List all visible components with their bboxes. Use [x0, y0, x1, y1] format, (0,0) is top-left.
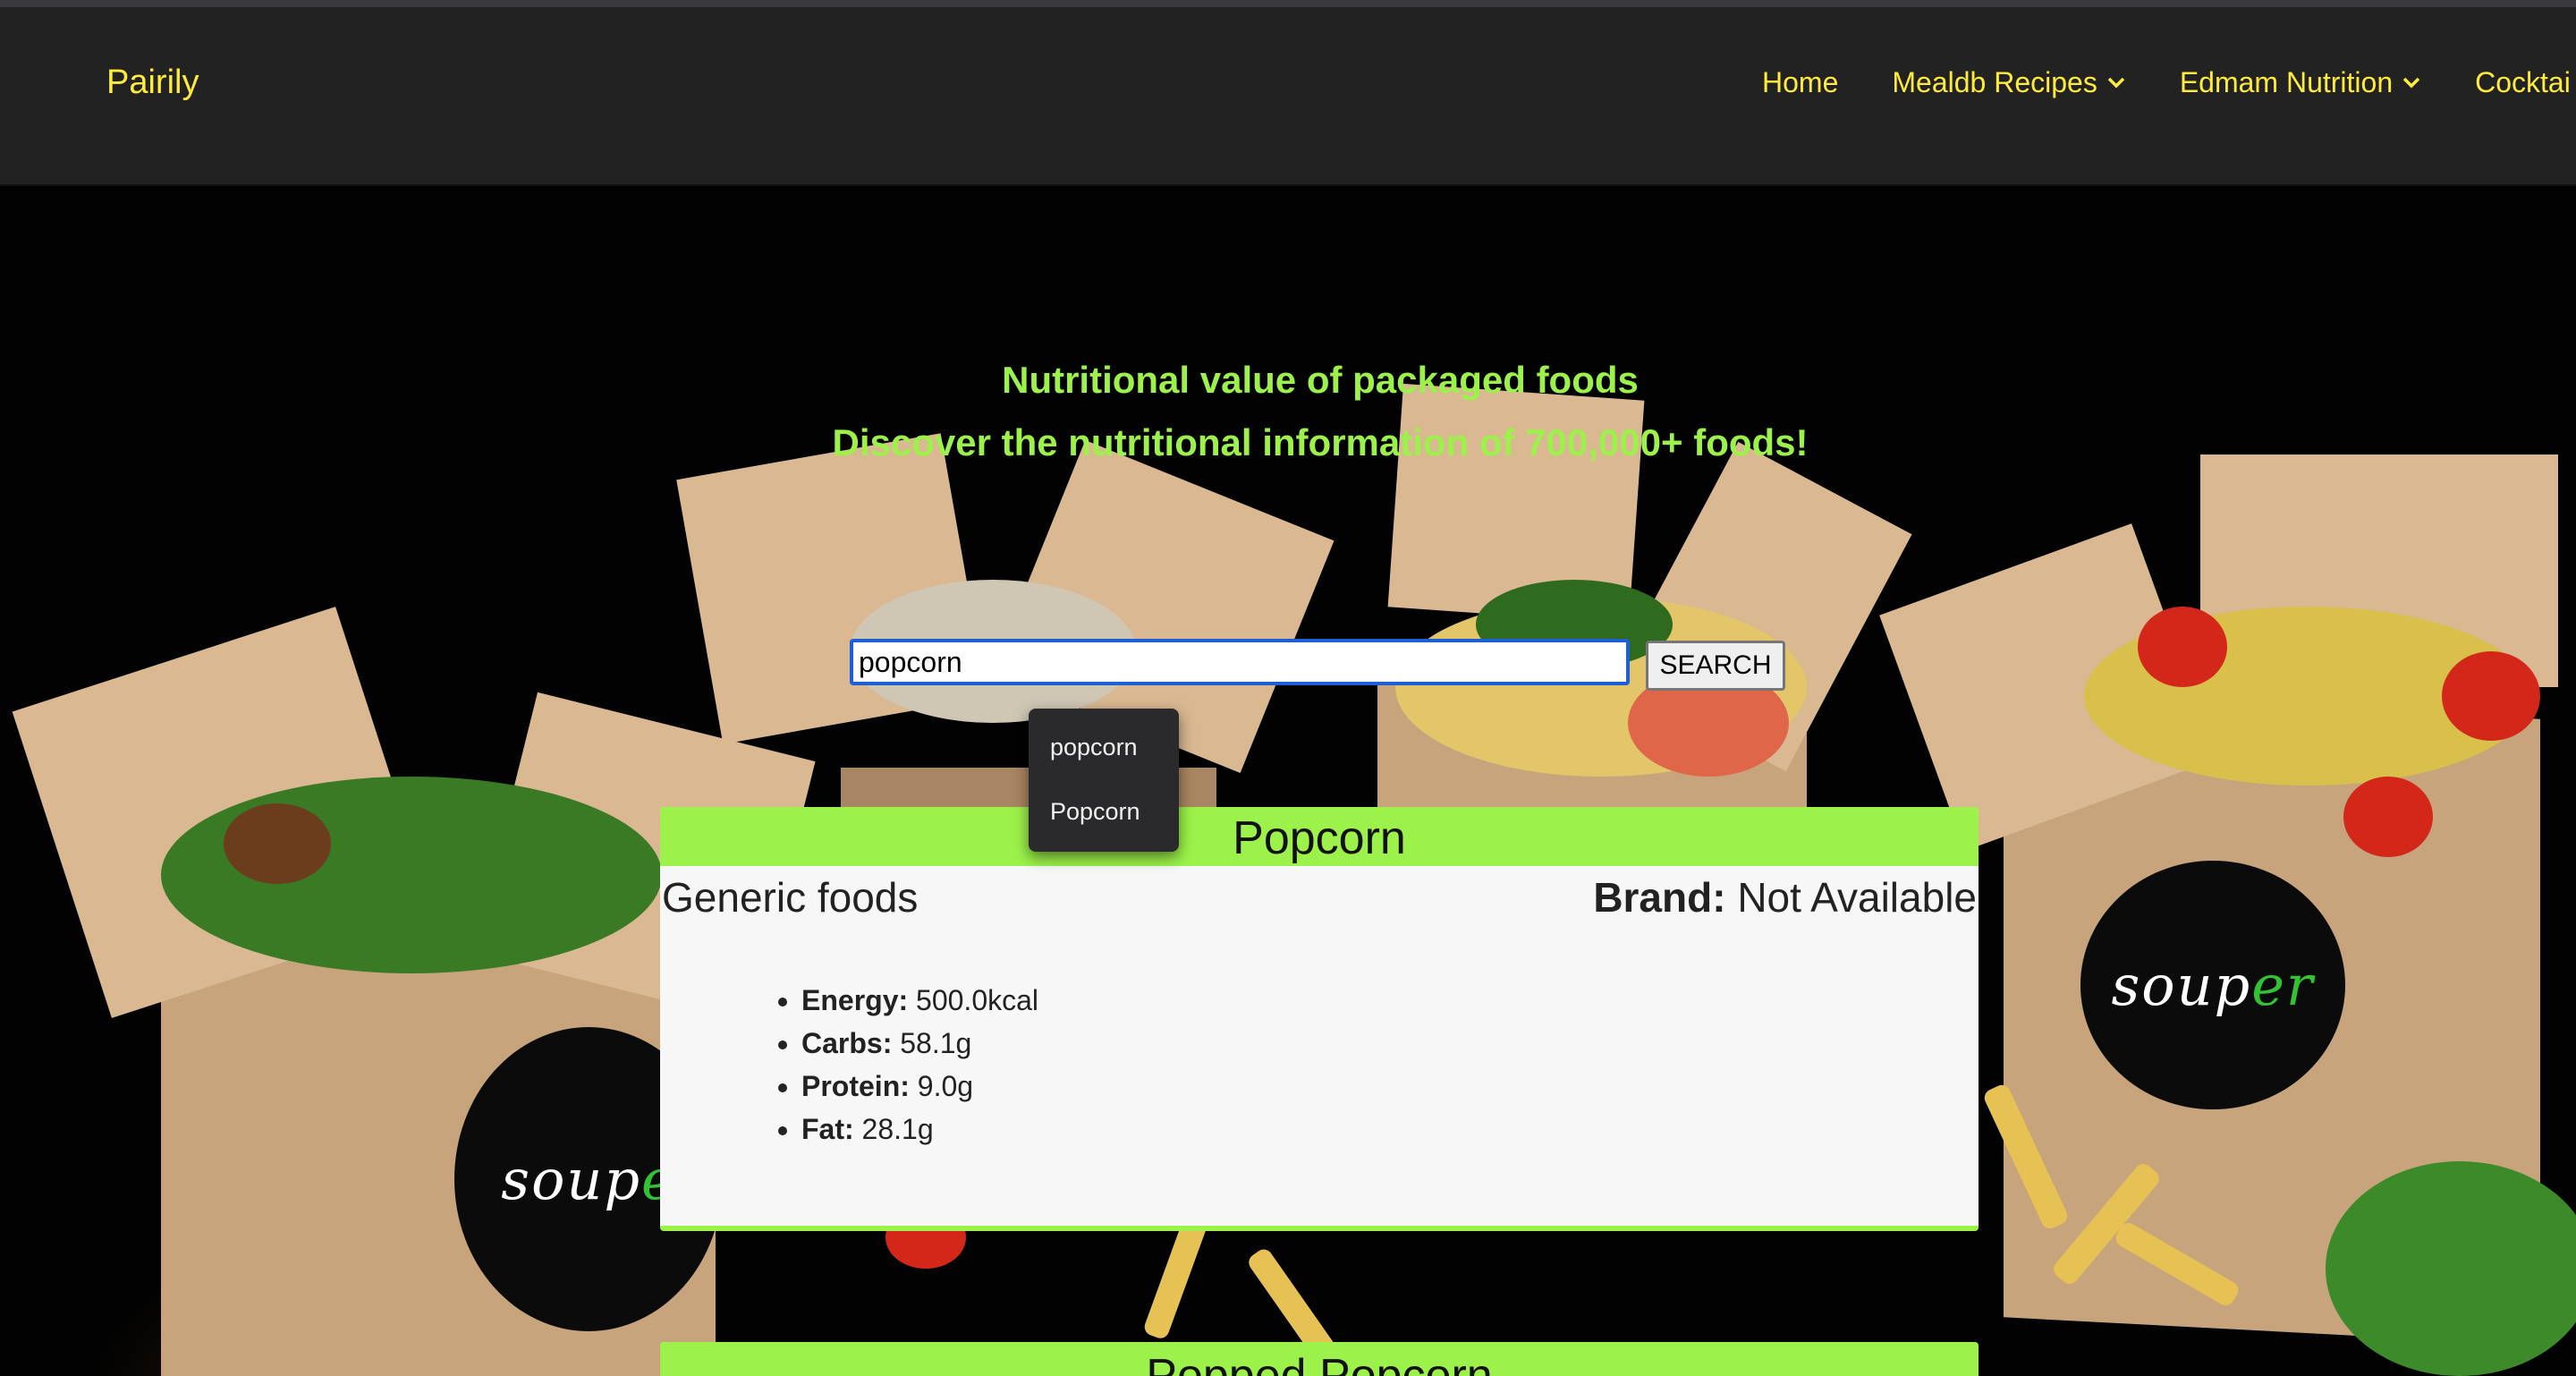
brand-logo[interactable]: Pairily	[106, 57, 199, 107]
nutrient-fat: Fat: 28.1g	[801, 1108, 1038, 1151]
brand-value: Not Available	[1737, 874, 1977, 921]
food-result-card: Popcorn Generic foods Brand: Not Availab…	[660, 807, 1979, 1231]
nav-links: Home Mealdb Recipes Edmam Nutrition Cock…	[1762, 57, 2571, 107]
fusilli	[1141, 1214, 1209, 1341]
nutrient-energy: Energy: 500.0kcal	[801, 979, 1038, 1022]
salad	[161, 777, 662, 973]
nav-item-label: Edmam Nutrition	[2179, 66, 2394, 98]
food-category: Generic foods	[662, 874, 919, 921]
page: Pairily Home Mealdb Recipes Edmam Nutrit…	[0, 0, 2576, 1376]
souper-logo-text: sоupe	[501, 1146, 676, 1212]
nav-item-home[interactable]: Home	[1762, 57, 1838, 107]
navbar: Pairily Home Mealdb Recipes Edmam Nutrit…	[0, 7, 2576, 186]
food-name: Popped Popcorn	[1146, 1350, 1493, 1376]
suggestion-item[interactable]: popcorn	[1050, 734, 1138, 761]
food-brand: Brand: Not Available	[1593, 873, 1977, 922]
nav-item-label: Home	[1762, 66, 1839, 98]
food-result-card: Popped Popcorn	[660, 1342, 1979, 1376]
nav-item-label: Mealdb Recipes	[1892, 66, 2097, 98]
chevron-down-icon	[2402, 77, 2420, 89]
brand-label: Brand:	[1593, 874, 1726, 921]
nutrient-list: Energy: 500.0kcal Carbs: 58.1g Protein: …	[767, 979, 1038, 1151]
nutrient-carbs: Carbs: 58.1g	[801, 1022, 1038, 1065]
tomato	[2138, 607, 2227, 687]
nav-item-mealdb-recipes[interactable]: Mealdb Recipes	[1892, 57, 2125, 107]
page-title: Nutritional value of packaged foods	[1002, 359, 1639, 401]
tomato	[2343, 777, 2433, 857]
souper-logo-disc: sоuper	[2080, 861, 2345, 1109]
search-button[interactable]: SEARCH	[1646, 641, 1785, 691]
suggestion-item[interactable]: Popcorn	[1050, 798, 1140, 826]
chevron-down-icon	[2107, 77, 2125, 89]
page-subtitle: Discover the nutritional information of …	[832, 421, 1809, 463]
food-name: Popcorn	[660, 807, 1979, 866]
food-meta-row: Generic foods Brand: Not Available	[660, 866, 1979, 947]
souper-logo-text: sоuper	[2111, 952, 2315, 1018]
tomato	[2442, 651, 2540, 741]
window-top-edge	[0, 0, 2576, 7]
nav-item-cocktails[interactable]: Cocktai	[2475, 57, 2571, 107]
nutrient-protein: Protein: 9.0g	[801, 1065, 1038, 1108]
basil	[2326, 1161, 2576, 1376]
search-input[interactable]	[850, 639, 1630, 685]
nav-item-edmam-nutrition[interactable]: Edmam Nutrition	[2180, 57, 2421, 107]
search-suggestions-dropdown: popcorn Popcorn	[1029, 709, 1179, 852]
nav-item-label: Cocktai	[2475, 66, 2571, 98]
walnut	[224, 803, 331, 884]
